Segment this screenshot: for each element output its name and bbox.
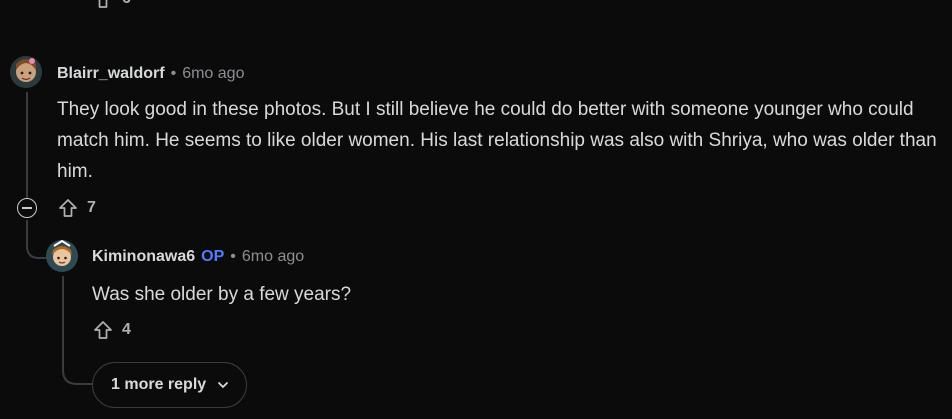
vote-row-partial: 6 (92, 0, 131, 10)
username[interactable]: Blairr_waldorf (57, 65, 165, 83)
upvote-icon[interactable] (92, 319, 114, 341)
thread-curve-more (62, 360, 93, 385)
comment-body: Was she older by a few years? (92, 284, 352, 305)
more-replies-label: 1 more reply (111, 376, 207, 393)
upvote-count: 7 (87, 199, 96, 216)
vote-row: 4 (92, 319, 131, 341)
upvote-icon[interactable] (92, 0, 114, 10)
thread-line-main (26, 92, 28, 198)
comment-header: Blairr_waldorf • 6mo ago (57, 65, 244, 83)
timestamp[interactable]: 6mo ago (182, 65, 244, 83)
comment-thread: 6 Blairr_waldorf • 6mo ago They look goo… (0, 0, 952, 419)
upvote-count: 4 (122, 321, 131, 338)
separator-dot: • (230, 248, 236, 265)
comment-body: They look good in these photos. But I st… (57, 99, 937, 182)
op-badge: OP (201, 248, 225, 265)
avatar-icon (10, 56, 42, 88)
thread-line-reply (62, 276, 64, 366)
collapse-thread-button[interactable] (17, 198, 37, 218)
avatar[interactable] (46, 240, 78, 272)
upvote-icon[interactable] (57, 197, 79, 219)
comment-header: Kiminonawa6 OP • 6mo ago (92, 248, 304, 266)
username[interactable]: Kiminonawa6 (92, 248, 195, 266)
timestamp[interactable]: 6mo ago (242, 248, 304, 266)
avatar-icon (46, 240, 78, 272)
chevron-down-icon (218, 382, 229, 388)
avatar[interactable] (10, 56, 42, 88)
separator-dot: • (170, 65, 177, 82)
upvote-count: 6 (122, 0, 131, 8)
more-replies-button[interactable]: 1 more reply (92, 362, 248, 408)
vote-row: 7 (57, 197, 96, 219)
